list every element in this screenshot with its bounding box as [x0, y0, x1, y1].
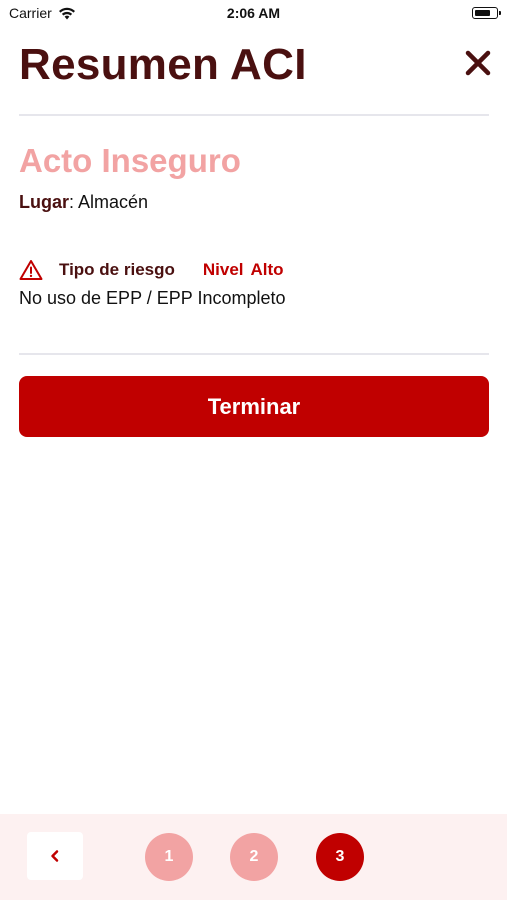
section-title: Acto Inseguro — [19, 142, 241, 179]
location-value: : Almacén — [69, 192, 149, 212]
step-1-button[interactable]: 1 — [145, 833, 193, 881]
risk-level-value: Alto — [250, 260, 284, 279]
page-title: Resumen ACI — [19, 40, 307, 89]
finish-button[interactable]: Terminar — [19, 376, 489, 437]
back-button[interactable] — [27, 832, 83, 880]
close-icon — [465, 50, 491, 76]
warning-icon — [19, 260, 43, 280]
step-2-button[interactable]: 2 — [230, 833, 278, 881]
risk-description: No uso de EPP / EPP Incompleto — [19, 288, 286, 308]
location-row: Lugar: Almacén — [19, 192, 148, 213]
step-3-button[interactable]: 3 — [316, 833, 364, 881]
status-bar: Carrier 2:06 AM — [0, 0, 507, 28]
status-time: 2:06 AM — [226, 5, 281, 21]
close-button[interactable] — [461, 46, 495, 80]
battery-icon — [472, 7, 501, 19]
risk-level-label: Nivel — [202, 260, 244, 279]
location-label: Lugar — [19, 192, 70, 212]
risk-type-label: Tipo de riesgo — [59, 260, 175, 279]
content-divider — [19, 353, 489, 355]
footer-stepper: 1 2 3 — [0, 814, 507, 900]
chevron-left-icon — [51, 850, 59, 862]
risk-row: Tipo de riesgo Nivel Alto — [19, 258, 284, 282]
header-divider — [19, 114, 489, 116]
